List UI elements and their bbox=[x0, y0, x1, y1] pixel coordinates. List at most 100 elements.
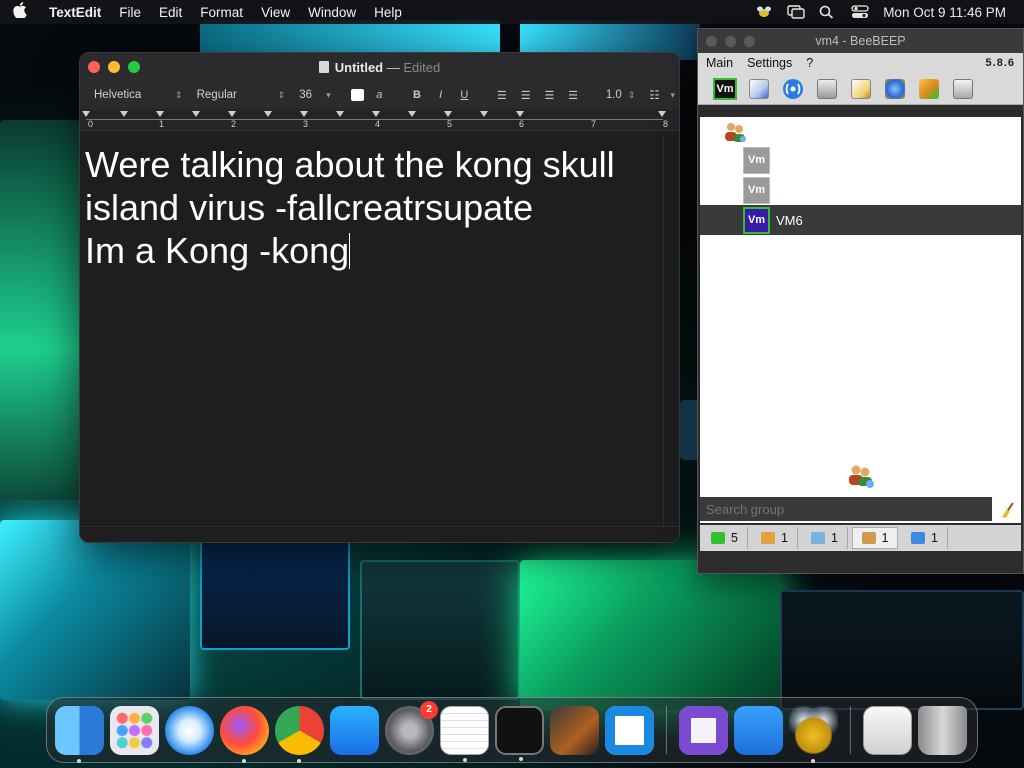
menu-main[interactable]: Main bbox=[706, 56, 733, 70]
tab-messages[interactable]: 1 bbox=[802, 527, 848, 549]
user-row[interactable]: Vm bbox=[700, 145, 1021, 175]
group-users-icon[interactable] bbox=[722, 121, 748, 143]
tab-stop-marker[interactable] bbox=[480, 111, 488, 117]
clear-search-broom-icon[interactable] bbox=[998, 501, 1016, 519]
ruler[interactable]: 0 1 2 3 4 5 6 7 8 bbox=[80, 109, 679, 131]
menu-help[interactable]: Help bbox=[365, 5, 411, 20]
menu-window[interactable]: Window bbox=[299, 5, 365, 20]
left-indent-marker[interactable] bbox=[82, 111, 90, 117]
weather-icon[interactable] bbox=[734, 705, 783, 755]
tab-stop-marker[interactable] bbox=[192, 111, 200, 117]
bold-button[interactable]: B bbox=[408, 89, 426, 101]
create-group-icon[interactable] bbox=[846, 463, 876, 489]
clear-history-button[interactable] bbox=[950, 77, 976, 101]
share-folder-button[interactable] bbox=[916, 77, 942, 101]
screen-mirroring-icon[interactable] bbox=[787, 5, 805, 19]
tab-users[interactable]: 1 bbox=[752, 527, 798, 549]
beebeep-titlebar[interactable]: vm4 - BeeBEEP bbox=[698, 29, 1023, 53]
app-store-icon[interactable] bbox=[330, 705, 379, 755]
tab-stop-marker[interactable] bbox=[300, 111, 308, 117]
beebeep-tray-icon[interactable] bbox=[755, 5, 773, 19]
user-row-selected[interactable]: Vm VM6 bbox=[700, 205, 1021, 235]
menu-clock[interactable]: Mon Oct 9 11:46 PM bbox=[883, 5, 1006, 20]
edit-status-button[interactable] bbox=[746, 77, 772, 101]
document-line: Im a Kong -kong bbox=[85, 230, 350, 271]
apple-menu-icon[interactable] bbox=[0, 2, 40, 22]
tab-stop-marker[interactable] bbox=[156, 111, 164, 117]
text-color-swatch[interactable] bbox=[350, 89, 365, 101]
zoom-window-button[interactable] bbox=[128, 61, 140, 73]
trash-icon[interactable] bbox=[918, 705, 967, 755]
align-center-icon[interactable]: ☰ bbox=[517, 89, 535, 102]
tab-stop-marker[interactable] bbox=[264, 111, 272, 117]
user-row[interactable]: Vm bbox=[700, 175, 1021, 205]
italic-button[interactable]: I bbox=[432, 89, 450, 101]
menu-file[interactable]: File bbox=[110, 5, 150, 20]
chrome-icon[interactable] bbox=[275, 705, 324, 763]
my-profile-button[interactable]: Vm bbox=[712, 77, 738, 101]
terminal-icon[interactable] bbox=[495, 705, 544, 761]
preview-icon[interactable] bbox=[863, 705, 912, 755]
notification-badge: 2 bbox=[420, 700, 438, 719]
menu-app-name[interactable]: TextEdit bbox=[40, 5, 110, 20]
dock-separator bbox=[666, 706, 667, 754]
font-style-select[interactable]: Regular ⇕ bbox=[193, 86, 290, 104]
firefox-icon[interactable] bbox=[220, 705, 269, 763]
line-spacing-select[interactable]: 1.0 ⇕ bbox=[602, 86, 640, 104]
font-family-value: Helvetica bbox=[94, 89, 142, 101]
tab-stop-marker[interactable] bbox=[444, 111, 452, 117]
textedit-titlebar[interactable]: Untitled — Edited bbox=[80, 53, 679, 81]
tab-stop-marker[interactable] bbox=[228, 111, 236, 117]
visual-studio-icon[interactable] bbox=[679, 705, 728, 755]
menu-format[interactable]: Format bbox=[191, 5, 252, 20]
finder-icon[interactable] bbox=[55, 705, 104, 763]
system-settings-icon[interactable]: 2 bbox=[385, 700, 438, 755]
tab-stop-marker[interactable] bbox=[336, 111, 344, 117]
close-window-button[interactable] bbox=[88, 61, 100, 73]
align-right-icon[interactable]: ☰ bbox=[541, 89, 559, 102]
document-text-area[interactable]: Were talking about the kong skull island… bbox=[80, 137, 663, 526]
align-justify-icon[interactable]: ☰ bbox=[564, 89, 582, 102]
menu-view[interactable]: View bbox=[252, 5, 299, 20]
tab-stop-marker[interactable] bbox=[120, 111, 128, 117]
tab-stop-marker[interactable] bbox=[408, 111, 416, 117]
safari-icon[interactable] bbox=[165, 705, 214, 755]
tab-chats[interactable]: 5 bbox=[702, 527, 748, 549]
zoom-window-button[interactable] bbox=[744, 35, 755, 47]
tab-stop-marker[interactable] bbox=[372, 111, 380, 117]
underline-button[interactable]: U bbox=[456, 89, 474, 101]
font-size-select[interactable]: 36 ▾ bbox=[295, 86, 335, 104]
text-caret bbox=[349, 233, 351, 269]
right-indent-marker[interactable] bbox=[658, 111, 666, 117]
tab-files[interactable]: 1 bbox=[902, 527, 948, 549]
textedit-icon[interactable] bbox=[440, 705, 489, 762]
compose-message-button[interactable] bbox=[848, 77, 874, 101]
tab-groups[interactable]: 1 bbox=[852, 527, 898, 549]
ruler-number: 2 bbox=[231, 119, 237, 129]
spotlight-search-icon[interactable] bbox=[819, 5, 837, 19]
font-family-select[interactable]: Helvetica ⇕ bbox=[90, 86, 187, 104]
highlight-color-icon[interactable]: a bbox=[370, 89, 388, 101]
tab-stop-marker[interactable] bbox=[516, 111, 524, 117]
vertical-scrollbar[interactable] bbox=[663, 137, 679, 526]
launchpad-icon[interactable] bbox=[110, 705, 159, 755]
horizontal-scrollbar[interactable] bbox=[80, 526, 679, 542]
vscode-icon[interactable] bbox=[605, 705, 654, 755]
garageband-icon[interactable] bbox=[550, 705, 599, 755]
ruler-number: 4 bbox=[375, 119, 381, 129]
network-button[interactable] bbox=[882, 77, 908, 101]
broadcast-button[interactable] bbox=[780, 77, 806, 101]
list-style-select[interactable]: ☷ ▾ bbox=[645, 86, 679, 104]
beebeep-icon[interactable] bbox=[789, 705, 838, 763]
close-window-button[interactable] bbox=[706, 35, 717, 47]
menu-help[interactable]: ? bbox=[806, 56, 813, 70]
minimize-window-button[interactable] bbox=[725, 35, 736, 47]
user-list[interactable]: Vm Vm Vm VM6 bbox=[700, 117, 1021, 523]
control-center-icon[interactable] bbox=[851, 5, 869, 19]
file-transfer-button[interactable] bbox=[814, 77, 840, 101]
menu-settings[interactable]: Settings bbox=[747, 56, 792, 70]
search-group-input[interactable] bbox=[700, 497, 992, 521]
align-left-icon[interactable]: ☰ bbox=[493, 89, 511, 102]
menu-edit[interactable]: Edit bbox=[150, 5, 191, 20]
minimize-window-button[interactable] bbox=[108, 61, 120, 73]
